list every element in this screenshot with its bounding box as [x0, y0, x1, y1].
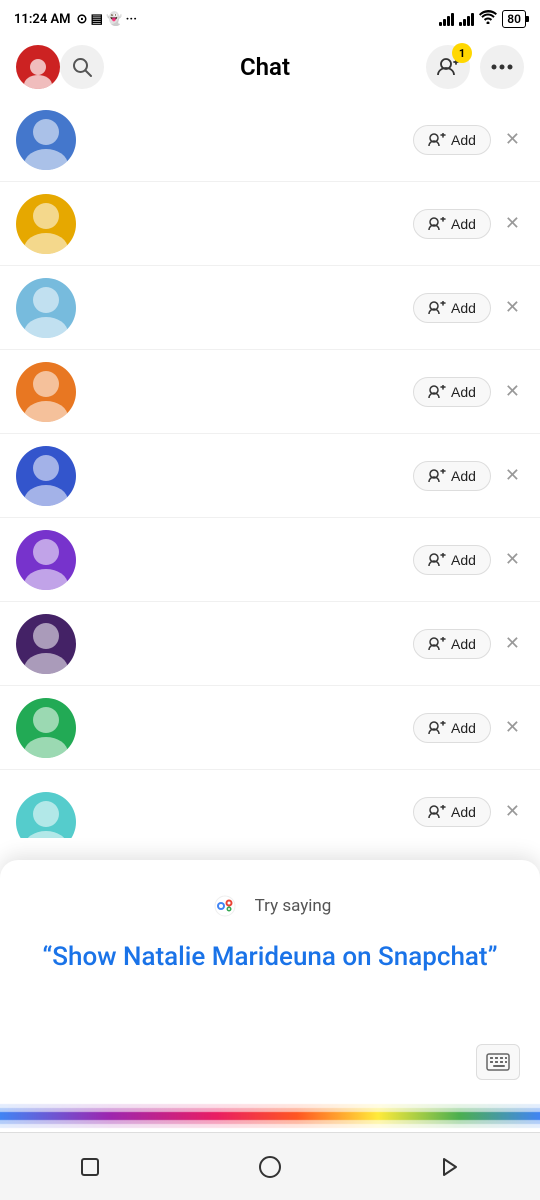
bottom-nav — [0, 1132, 540, 1200]
status-bar: 11:24 AM ⊙ ▤ 👻 ··· 80 — [0, 0, 540, 36]
google-assistant-icon — [209, 890, 241, 922]
time-display: 11:24 AM — [14, 12, 71, 27]
add-button[interactable]: Add — [413, 293, 491, 323]
back-button[interactable] — [68, 1145, 112, 1189]
dismiss-button[interactable]: ✕ — [501, 629, 524, 658]
add-button[interactable]: Add — [413, 125, 491, 155]
top-nav: Chat 1 — [0, 36, 540, 98]
chat-actions: Add ✕ — [413, 293, 524, 323]
chat-actions: Add ✕ — [413, 797, 524, 827]
wifi-icon — [479, 10, 497, 28]
add-label: Add — [451, 552, 476, 568]
status-right: 80 — [439, 10, 526, 28]
avatar — [16, 278, 76, 338]
add-label: Add — [451, 384, 476, 400]
avatar — [16, 194, 76, 254]
add-friend-button[interactable]: 1 — [426, 45, 470, 89]
chat-actions: Add ✕ — [413, 209, 524, 239]
avatar — [16, 362, 76, 422]
avatar — [16, 446, 76, 506]
dismiss-button[interactable]: ✕ — [501, 209, 524, 238]
more-options-button[interactable] — [480, 45, 524, 89]
chat-item[interactable]: Add ✕ — [0, 602, 540, 686]
avatar — [16, 698, 76, 758]
chat-actions: Add ✕ — [413, 713, 524, 743]
rainbow-bar — [0, 1096, 540, 1132]
add-label: Add — [451, 468, 476, 484]
add-button[interactable]: Add — [413, 629, 491, 659]
avatar — [16, 530, 76, 590]
chat-item[interactable]: Add ✕ — [0, 434, 540, 518]
dismiss-button[interactable]: ✕ — [501, 797, 524, 826]
avatar — [16, 614, 76, 674]
keyboard-button[interactable] — [476, 1044, 520, 1080]
add-label: Add — [451, 132, 476, 148]
chat-item[interactable]: Add ✕ — [0, 182, 540, 266]
chat-actions: Add ✕ — [413, 545, 524, 575]
user-avatar[interactable] — [16, 45, 60, 89]
notification-badge: 1 — [452, 43, 472, 63]
add-button[interactable]: Add — [413, 461, 491, 491]
dismiss-button[interactable]: ✕ — [501, 461, 524, 490]
dismiss-button[interactable]: ✕ — [501, 293, 524, 322]
signal-bars-1 — [439, 12, 454, 26]
chat-actions: Add ✕ — [413, 461, 524, 491]
dismiss-button[interactable]: ✕ — [501, 545, 524, 574]
search-button[interactable] — [60, 45, 104, 89]
recents-button[interactable] — [428, 1145, 472, 1189]
nav-right-buttons: 1 — [426, 45, 524, 89]
avatar — [16, 110, 76, 170]
chat-item[interactable]: Add ✕ — [0, 350, 540, 434]
add-label: Add — [451, 636, 476, 652]
add-button[interactable]: Add — [413, 797, 491, 827]
chat-actions: Add ✕ — [413, 629, 524, 659]
chat-item[interactable]: Add ✕ — [0, 266, 540, 350]
add-label: Add — [451, 720, 476, 736]
chat-item[interactable]: Add ✕ — [0, 686, 540, 770]
home-button[interactable] — [248, 1145, 292, 1189]
assistant-suggestion: “Show Natalie Marideuna on Snapchat” — [14, 922, 525, 975]
dismiss-button[interactable]: ✕ — [501, 713, 524, 742]
dismiss-button[interactable]: ✕ — [501, 377, 524, 406]
notification-icons: ⊙ ▤ 👻 ··· — [77, 12, 137, 27]
chat-item[interactable]: Add ✕ — [0, 98, 540, 182]
battery-indicator: 80 — [502, 10, 526, 28]
add-label: Add — [451, 804, 476, 820]
add-label: Add — [451, 216, 476, 232]
avatar — [16, 792, 76, 839]
chat-list: Add ✕ Add — [0, 98, 540, 838]
chat-actions: Add ✕ — [413, 125, 524, 155]
signal-bars-2 — [459, 12, 474, 26]
dismiss-button[interactable]: ✕ — [501, 125, 524, 154]
add-label: Add — [451, 300, 476, 316]
page-title: Chat — [104, 53, 426, 81]
chat-actions: Add ✕ — [413, 377, 524, 407]
add-button[interactable]: Add — [413, 209, 491, 239]
try-saying-label: Try saying — [255, 896, 332, 916]
status-time: 11:24 AM ⊙ ▤ 👻 ··· — [14, 12, 137, 27]
add-button[interactable]: Add — [413, 545, 491, 575]
add-button[interactable]: Add — [413, 713, 491, 743]
chat-item[interactable]: Add ✕ — [0, 518, 540, 602]
assistant-header: Try saying — [209, 860, 332, 922]
battery-level: 80 — [507, 12, 521, 26]
add-button[interactable]: Add — [413, 377, 491, 407]
chat-item[interactable]: Add ✕ — [0, 770, 540, 838]
